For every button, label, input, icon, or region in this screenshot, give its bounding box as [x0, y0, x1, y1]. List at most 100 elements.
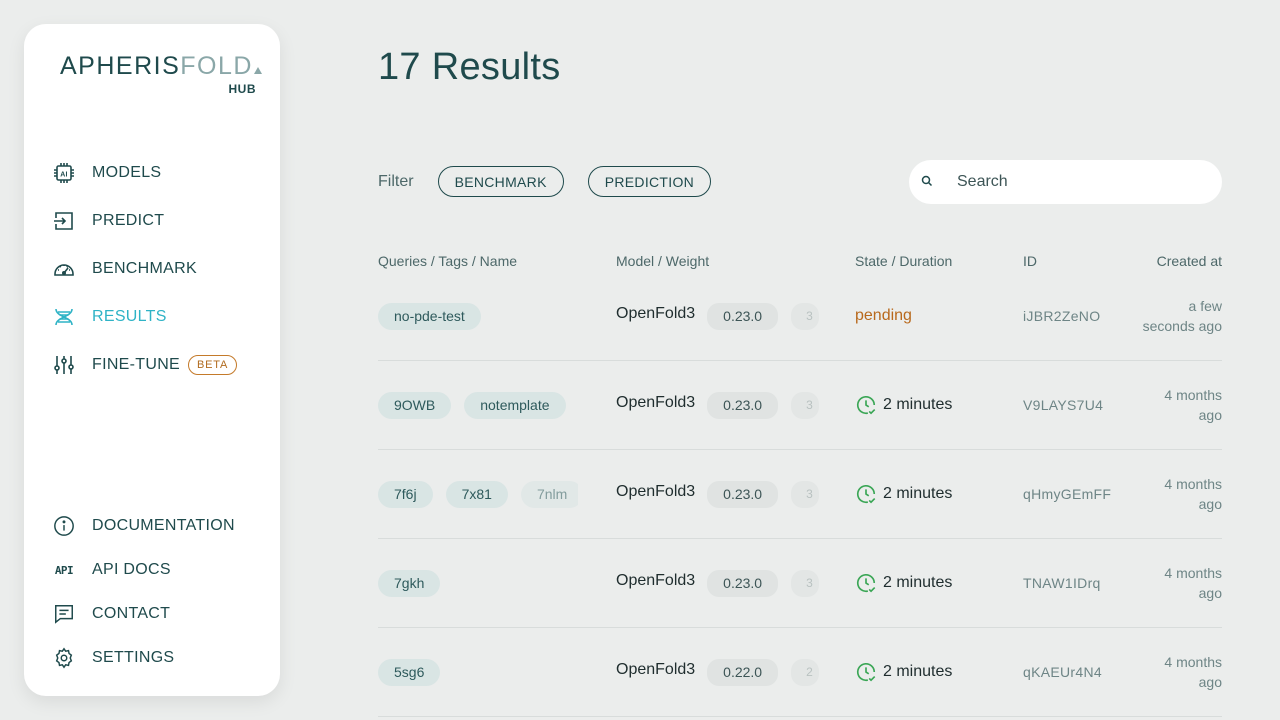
col-header-model[interactable]: Model / Weight: [616, 253, 709, 269]
state-cell: 2 minutes: [855, 450, 1015, 538]
filter-label: Filter: [378, 172, 414, 190]
tag: 7f6j: [378, 480, 433, 508]
model-name: OpenFold3: [616, 572, 696, 589]
table-row[interactable]: 7f6j 7x81 7nlm OpenFold3 0.23.0 3 2 minu…: [378, 450, 1222, 539]
weight-version: 2: [791, 658, 820, 686]
state-cell: 2 minutes: [855, 628, 1015, 716]
tag: 7gkh: [378, 569, 441, 597]
model-version: 0.22.0: [707, 658, 779, 686]
model-name: OpenFold3: [616, 661, 696, 678]
nav-label-api-docs: API DOCS: [92, 561, 171, 578]
created-line2: ago: [1198, 496, 1222, 512]
model-cell: OpenFold3 0.23.0 3: [616, 450, 831, 538]
duration: 2 minutes: [883, 396, 953, 413]
state-pending: pending: [855, 307, 912, 324]
created-line1: 4 months: [1164, 565, 1222, 581]
filter-chip-benchmark[interactable]: BENCHMARK: [437, 166, 564, 197]
login-arrow-icon: [52, 209, 76, 233]
clock-check-icon: [855, 394, 877, 416]
created-line2: ago: [1198, 674, 1222, 690]
nav-item-predict[interactable]: PREDICT: [52, 197, 272, 245]
logo-sub: HUB: [228, 82, 256, 96]
tags-cell: 7f6j 7x81 7nlm: [378, 450, 578, 538]
nav-label-finetune: FINE-TUNE: [92, 356, 181, 373]
model-cell: OpenFold3 0.23.0 3: [616, 361, 831, 449]
gauge-icon: [52, 257, 76, 281]
created-cell: a few seconds ago: [1112, 272, 1222, 360]
sliders-icon: [52, 353, 76, 377]
nav-label-benchmark: BENCHMARK: [92, 260, 197, 277]
svg-text:AI: AI: [60, 172, 68, 179]
logo[interactable]: APHERISFOLD HUB: [60, 52, 262, 96]
model-version: 0.23.0: [707, 302, 779, 330]
table-row[interactable]: 5sg6 OpenFold3 0.22.0 2 2 minutes qKAEUr…: [378, 628, 1222, 717]
duration: 2 minutes: [883, 574, 953, 591]
nav-item-results[interactable]: RESULTS: [52, 293, 272, 341]
sidebar: APHERISFOLD HUB AI MODELS PREDICT BENCHM…: [24, 24, 280, 696]
nav-label-results: RESULTS: [92, 308, 167, 325]
col-header-state[interactable]: State / Duration: [855, 253, 952, 269]
model-name: OpenFold3: [616, 305, 696, 322]
tag: 7nlm: [520, 480, 578, 508]
clock-check-icon: [855, 661, 877, 683]
search-box[interactable]: [909, 160, 1222, 204]
nav-item-contact[interactable]: CONTACT: [52, 592, 272, 636]
tag: no-pde-test: [378, 302, 481, 330]
weight-version: 3: [791, 569, 820, 597]
search-icon: [921, 175, 935, 189]
clock-check-icon: [855, 483, 877, 505]
created-line2: ago: [1198, 407, 1222, 423]
nav-label-contact: CONTACT: [92, 605, 171, 622]
duration: 2 minutes: [883, 663, 953, 680]
results-table: no-pde-test OpenFold3 0.23.0 3 pending i…: [378, 272, 1222, 717]
created-cell: 4 months ago: [1112, 361, 1222, 449]
created-line2: ago: [1198, 585, 1222, 601]
weight-version: 3: [791, 302, 820, 330]
model-version: 0.23.0: [707, 391, 779, 419]
created-cell: 4 months ago: [1112, 628, 1222, 716]
secondary-nav: DOCUMENTATION API API DOCS CONTACT SETTI…: [52, 504, 272, 680]
created-line1: 4 months: [1164, 654, 1222, 670]
col-header-queries[interactable]: Queries / Tags / Name: [378, 253, 517, 269]
logo-word-fold: FOLD: [180, 52, 253, 80]
clock-check-icon: [855, 572, 877, 594]
nav-label-predict: PREDICT: [92, 212, 165, 229]
tag: 5sg6: [378, 658, 441, 686]
id-cell: qKAEUr4N4: [1023, 664, 1102, 680]
tags-cell: no-pde-test: [378, 272, 578, 360]
nav-item-api-docs[interactable]: API API DOCS: [52, 548, 272, 592]
page-title: 17 Results: [378, 46, 561, 88]
nav-item-benchmark[interactable]: BENCHMARK: [52, 245, 272, 293]
duration: 2 minutes: [883, 485, 953, 502]
id-cell: V9LAYS7U4: [1023, 397, 1104, 413]
model-cell: OpenFold3 0.22.0 2: [616, 628, 831, 716]
filter-bar: Filter BENCHMARK PREDICTION: [378, 166, 735, 197]
logo-wordmark: APHERISFOLD: [60, 52, 262, 81]
id-cell: qHmyGEmFF: [1023, 486, 1112, 502]
id-cell: iJBR2ZeNO: [1023, 308, 1101, 324]
filter-chip-prediction[interactable]: PREDICTION: [587, 166, 712, 197]
model-version: 0.23.0: [707, 569, 779, 597]
main-nav: AI MODELS PREDICT BENCHMARK RESULTS FINE…: [52, 149, 272, 389]
nav-item-finetune[interactable]: FINE-TUNE BETA: [52, 341, 272, 389]
nav-item-documentation[interactable]: DOCUMENTATION: [52, 504, 272, 548]
chip-icon: AI: [52, 161, 76, 185]
table-row[interactable]: 9OWB notemplate OpenFold3 0.23.0 3 2 min…: [378, 361, 1222, 450]
tags-cell: 5sg6: [378, 628, 578, 716]
table-row[interactable]: no-pde-test OpenFold3 0.23.0 3 pending i…: [378, 272, 1222, 361]
dna-icon: [52, 305, 76, 329]
search-input[interactable]: [957, 173, 1197, 191]
logo-word-main: APHERIS: [60, 52, 181, 80]
col-header-id[interactable]: ID: [1023, 253, 1037, 269]
nav-item-settings[interactable]: SETTINGS: [52, 636, 272, 680]
table-row[interactable]: 7gkh OpenFold3 0.23.0 3 2 minutes TNAW1I…: [378, 539, 1222, 628]
tags-cell: 9OWB notemplate: [378, 361, 578, 449]
nav-label-settings: SETTINGS: [92, 649, 175, 666]
created-line1: 4 months: [1164, 476, 1222, 492]
created-line1: a few: [1188, 298, 1222, 314]
col-header-created[interactable]: Created at: [1157, 253, 1222, 269]
state-cell: 2 minutes: [855, 361, 1015, 449]
nav-item-models[interactable]: AI MODELS: [52, 149, 272, 197]
weight-version: 3: [791, 391, 820, 419]
tag: 7x81: [445, 480, 508, 508]
